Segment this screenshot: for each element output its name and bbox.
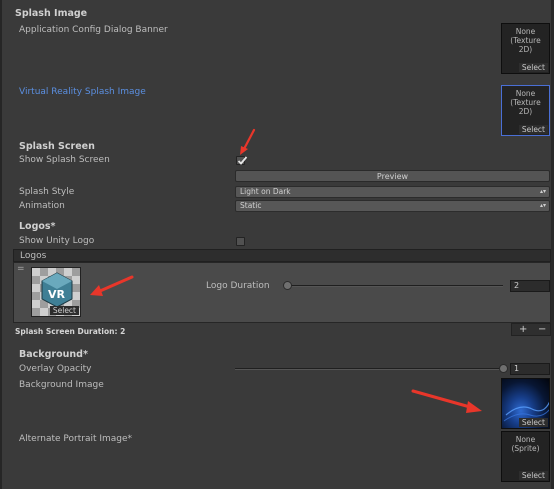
arrow-checkbox-annotation	[240, 128, 256, 155]
arrow-logo-annotation	[90, 275, 134, 296]
annotation-arrows	[90, 128, 482, 413]
arrow-background-annotation	[411, 389, 482, 413]
